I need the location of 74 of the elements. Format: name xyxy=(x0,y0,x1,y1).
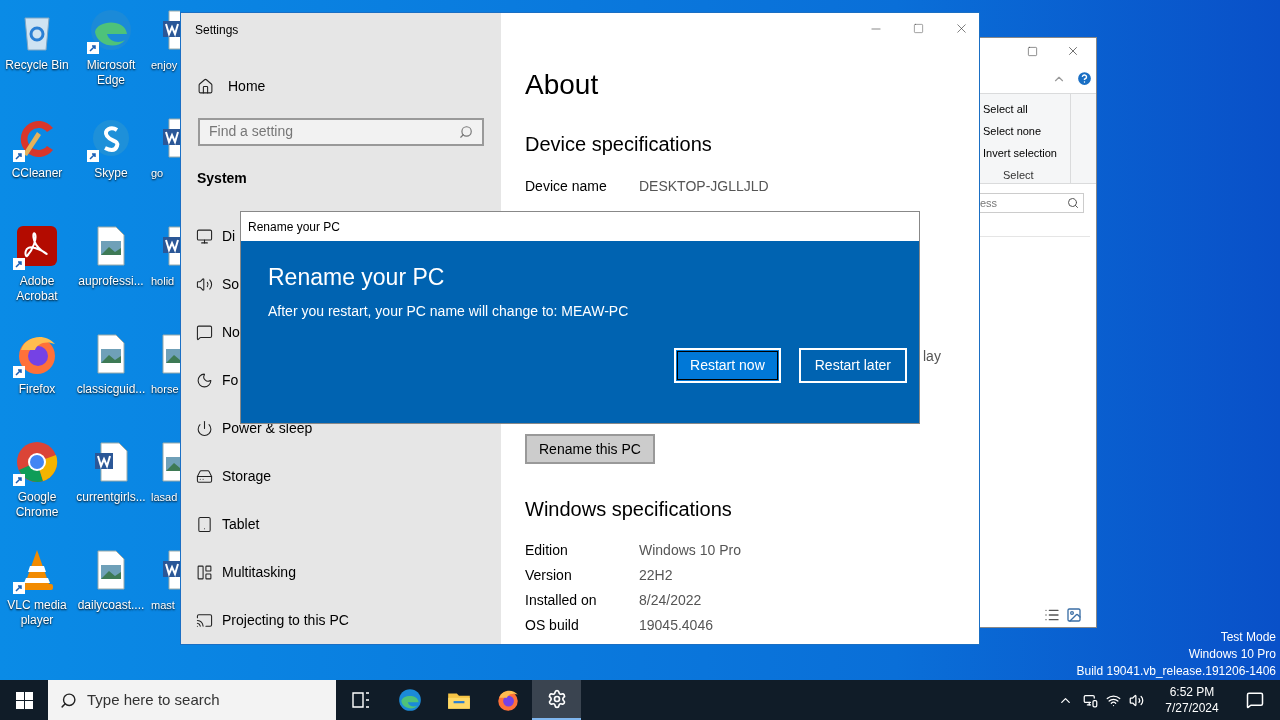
ribbon-command[interactable]: Select none xyxy=(983,120,1070,142)
image-file-icon xyxy=(97,226,125,266)
spec-value: 8/24/2022 xyxy=(639,591,702,610)
help-icon[interactable] xyxy=(1076,70,1093,87)
search-icon xyxy=(1067,197,1079,209)
nav-item[interactable]: Fo xyxy=(222,374,239,386)
image-file-icon xyxy=(97,550,125,590)
spec-label: Edition xyxy=(525,541,569,560)
image-file-icon xyxy=(97,334,125,374)
system-info-text: Windows 10 Pro xyxy=(1188,646,1276,663)
multitasking-icon xyxy=(196,563,213,581)
home-link[interactable]: Home xyxy=(228,75,266,97)
close-icon[interactable] xyxy=(1066,44,1080,58)
spec-value: 19045.4046 xyxy=(639,616,713,635)
tablet-icon xyxy=(196,515,213,533)
ribbon-command[interactable]: Select all xyxy=(983,98,1070,120)
word-document-icon xyxy=(94,442,128,482)
spec-label: Version xyxy=(525,566,573,585)
search-icon xyxy=(459,124,473,139)
description-text: lay xyxy=(923,347,941,364)
clock[interactable]: 6:52 PM 7/27/2024 xyxy=(1154,684,1230,716)
spec-value: DESKTOP-JGLLJLD xyxy=(639,177,769,196)
system-info-text: Build 19041.vb_release.191206-1406 xyxy=(1076,663,1276,680)
taskbar-search-field[interactable]: Type here to search xyxy=(48,680,336,720)
rename-pc-button[interactable]: Rename this PC xyxy=(525,434,655,464)
power-icon xyxy=(196,419,213,437)
large-icons-view-icon[interactable] xyxy=(1066,607,1082,623)
search-icon xyxy=(60,691,77,709)
volume-icon[interactable] xyxy=(1129,692,1144,708)
search-field[interactable]: ess xyxy=(980,193,1084,213)
home-icon xyxy=(197,77,214,95)
section-heading: System xyxy=(197,169,248,188)
spec-value: Windows 10 Pro xyxy=(639,541,741,560)
details-view-icon[interactable] xyxy=(1044,607,1060,623)
nav-item[interactable]: So xyxy=(222,278,240,290)
network-icon[interactable] xyxy=(1106,692,1121,708)
nav-item[interactable]: Multitasking xyxy=(222,566,296,578)
spec-label: Installed on xyxy=(525,591,598,610)
notifications-icon[interactable] xyxy=(1246,691,1264,709)
spec-label: Device name xyxy=(525,177,608,196)
projector-icon xyxy=(196,611,213,629)
task-view-icon xyxy=(350,691,371,709)
windows-logo-icon xyxy=(15,691,33,709)
maximize-icon[interactable] xyxy=(1027,45,1038,57)
ribbon-command[interactable]: Invert selection xyxy=(983,142,1070,164)
nav-item[interactable]: Di xyxy=(222,230,236,242)
dialog-button[interactable]: Restart now xyxy=(674,348,781,383)
close-icon[interactable] xyxy=(954,21,969,36)
browser-icon xyxy=(396,687,423,713)
nav-item[interactable]: Projecting to this PC xyxy=(222,614,349,626)
device-icon[interactable] xyxy=(1083,692,1098,708)
monitor-icon xyxy=(196,227,213,245)
page-title: About xyxy=(525,68,600,102)
speaker-icon xyxy=(196,275,213,293)
settings-icon xyxy=(546,689,567,709)
dialog-title: Rename your PC xyxy=(248,218,341,236)
moon-icon xyxy=(196,371,213,389)
search-field[interactable]: Find a setting xyxy=(198,117,484,146)
system-info-text: Test Mode xyxy=(1220,629,1276,646)
speech-bubble-icon xyxy=(196,323,213,341)
nav-item[interactable]: Tablet xyxy=(222,518,260,530)
window-title: Settings xyxy=(195,22,240,38)
nav-item[interactable]: Storage xyxy=(222,470,272,482)
spec-value: 22H2 xyxy=(639,566,673,585)
drive-icon xyxy=(196,467,213,485)
taskbar-button[interactable] xyxy=(532,680,581,720)
ribbon-group-label: Select xyxy=(1002,168,1035,183)
section-heading: Device specifications xyxy=(525,132,713,157)
dialog-button[interactable]: Restart later xyxy=(798,348,907,383)
dialog-message: After you restart, your PC name will change to: MEAW-PC xyxy=(268,302,630,321)
dialog-heading: Rename your PC xyxy=(268,263,446,292)
nav-item[interactable]: No xyxy=(222,326,240,338)
spec-label: OS build xyxy=(525,616,580,635)
section-heading: Windows specifications xyxy=(525,497,733,522)
